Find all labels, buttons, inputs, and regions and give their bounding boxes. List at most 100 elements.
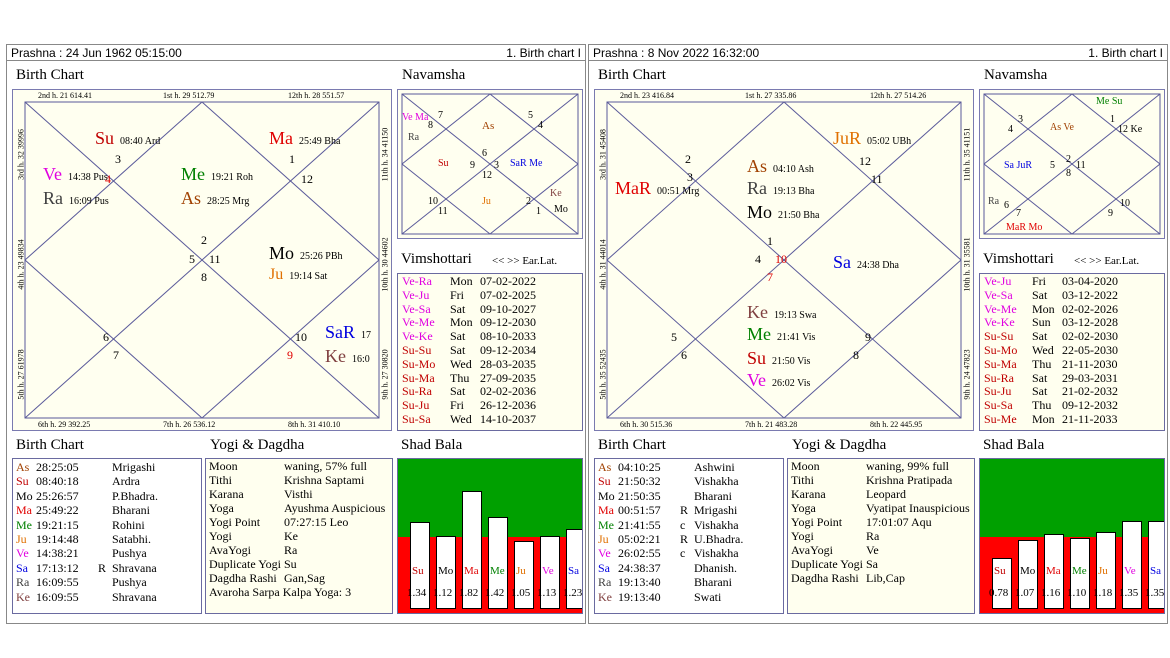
dasha-period: Ve-Ra bbox=[402, 274, 432, 288]
planet-abbr: Sa bbox=[833, 252, 851, 272]
planet-nakshatra: Vishakha bbox=[694, 474, 739, 489]
yogi-key: Moon bbox=[209, 459, 238, 473]
navamsha-entry: Ke bbox=[550, 188, 562, 199]
shad-bala-label: Mo bbox=[1020, 565, 1036, 577]
vimshottari-row[interactable]: Ve-Ju Fri 07-02-2025 bbox=[402, 288, 578, 303]
position-row: Ve 14:38:21 Pushya bbox=[16, 546, 198, 560]
chart-type-label[interactable]: 1. Birth chart I bbox=[506, 46, 581, 60]
house-label: 2nd h. 23 416.84 bbox=[620, 91, 674, 100]
yogi-value: Ke bbox=[284, 529, 298, 543]
planet-degree: 05:02 UBh bbox=[867, 136, 912, 147]
position-row: Me 21:41:55 c Vishakha bbox=[598, 518, 780, 532]
planet-ma: Ma 25:49 Bha bbox=[269, 128, 340, 149]
vimshottari-row[interactable]: Ve-Ke Sun 03-12-2028 bbox=[984, 316, 1160, 330]
vimshottari-nav[interactable]: << >> Ear.Lat. bbox=[1074, 255, 1139, 267]
vimshottari-title: Vimshottari bbox=[983, 251, 1054, 267]
yogi-row: AvaYogi Ra bbox=[209, 544, 389, 558]
vimshottari-row[interactable]: Ve-Me Mon 02-02-2026 bbox=[984, 302, 1160, 317]
yogi-key: Yoga bbox=[791, 501, 816, 515]
yogi-row: AvaYogi Ve bbox=[791, 544, 971, 558]
yogi-value: Leopard bbox=[866, 487, 906, 501]
dasha-period: Su-Mo bbox=[984, 342, 1018, 357]
planet-sar: SaR 17 bbox=[325, 322, 371, 343]
vimshottari-row[interactable]: Su-Ma Thu 27-09-2035 bbox=[402, 370, 578, 386]
dasha-weekday: Sat bbox=[1032, 384, 1048, 399]
shad-bala-label: Su bbox=[412, 565, 424, 577]
planet-longitude: 21:50:35 bbox=[618, 488, 661, 503]
rasi-number: 4 bbox=[755, 252, 761, 266]
navamsha-entry: 8 bbox=[428, 120, 433, 131]
dasha-weekday: Fri bbox=[1032, 274, 1047, 288]
chart-type-label[interactable]: 1. Birth chart I bbox=[1088, 46, 1163, 60]
dasha-period: Su-Ra bbox=[402, 384, 432, 399]
shad-bala-label: Ju bbox=[516, 565, 526, 577]
yogi-key: Yogi bbox=[791, 529, 814, 543]
vimshottari-row[interactable]: Su-Mo Wed 22-05-2030 bbox=[984, 342, 1160, 358]
yogi-value: Ra bbox=[284, 543, 298, 557]
planet-abbr: Me bbox=[181, 164, 205, 184]
vimshottari-row[interactable]: Su-Ra Sat 02-02-2036 bbox=[402, 385, 578, 399]
vimshottari-row[interactable]: Su-Sa Wed 14-10-2037 bbox=[402, 412, 578, 427]
planet-nakshatra: Rohini bbox=[112, 517, 145, 532]
vimshottari-row[interactable]: Ve-Ra Mon 07-02-2022 bbox=[402, 274, 578, 289]
planet-longitude: 19:13:40 bbox=[618, 575, 661, 590]
vimshottari-row[interactable]: Su-Ra Sat 29-03-2031 bbox=[984, 371, 1160, 386]
yogi-value: Vyatipat Inauspicious bbox=[866, 501, 970, 515]
shad-bala-label: Ve bbox=[542, 565, 554, 577]
house-label: 10th h. 30 44602 bbox=[380, 237, 390, 292]
vimshottari-row[interactable]: Ve-Sa Sat 09-10-2027 bbox=[402, 301, 578, 317]
vimshottari-row[interactable]: Ve-Me Mon 09-12-2030 bbox=[402, 316, 578, 330]
vimshottari-row[interactable]: Su-Mo Wed 28-03-2035 bbox=[402, 357, 578, 372]
vimshottari-row[interactable]: Su-Su Sat 02-02-2030 bbox=[984, 329, 1160, 344]
rasi-chart[interactable]: 2nd h. 21 614.41 1st h. 29 512.79 12th h. … bbox=[12, 89, 392, 431]
house-label: 8th h. 22 445.95 bbox=[870, 420, 923, 429]
planet-me: Me 21:41 Vis bbox=[747, 324, 815, 345]
navamsha-entry: Ra bbox=[988, 196, 1000, 207]
planet-nakshatra: Pushya bbox=[112, 546, 147, 561]
dasha-weekday: Sat bbox=[450, 301, 466, 316]
vimshottari-row[interactable]: Su-Ju Fri 26-12-2036 bbox=[402, 398, 578, 413]
position-row: Ma 25:49:22 Bharani bbox=[16, 503, 198, 517]
planet-abbr: Ke bbox=[598, 589, 612, 604]
dasha-date: 27-09-2035 bbox=[480, 370, 536, 385]
planet-ra: Ra 19:13 Bha bbox=[747, 178, 814, 199]
planet-nakshatra: Ashwini bbox=[694, 460, 735, 474]
navamsha-entry: As bbox=[482, 120, 495, 132]
vimshottari-row[interactable]: Su-Me Mon 21-11-2033 bbox=[984, 412, 1160, 427]
navamsha-chart[interactable]: Me Su 3 4 As Ve 1 12 Ke Sa JuR 5 2 11 8 Ra 6 7 10 9 MaR … bbox=[979, 89, 1165, 239]
planet-flag bbox=[98, 503, 112, 517]
vimshottari-title: Vimshottari bbox=[401, 251, 472, 267]
navamsha-entry: 9 bbox=[470, 160, 475, 171]
vimshottari-row[interactable]: Ve-Sa Sat 03-12-2022 bbox=[984, 288, 1160, 303]
house-label: 4th h. 31 44014 bbox=[598, 239, 608, 290]
planet-abbr: Me bbox=[598, 517, 614, 532]
yogi-key: Tithi bbox=[791, 473, 814, 487]
rasi-number: 9 bbox=[287, 348, 293, 362]
yogi-row: Moon waning, 57% full bbox=[209, 460, 389, 474]
vimshottari-row[interactable]: Su-Sa Thu 09-12-2032 bbox=[984, 398, 1160, 413]
vimshottari-row[interactable]: Su-Su Sat 09-12-2034 bbox=[402, 343, 578, 358]
yogi-key: Karana bbox=[209, 487, 244, 501]
yogi-key: Yogi Point bbox=[209, 515, 261, 529]
planet-longitude: 04:10:25 bbox=[618, 460, 661, 474]
yogi-row: Duplicate Yogi Su bbox=[209, 558, 389, 572]
planet-ve: Ve 26:02 Vis bbox=[747, 370, 810, 391]
dasha-weekday: Sat bbox=[450, 329, 466, 344]
vimshottari-row[interactable]: Su-Ma Thu 21-11-2030 bbox=[984, 357, 1160, 372]
vimshottari-row[interactable]: Ve-Ke Sat 08-10-2033 bbox=[402, 329, 578, 344]
navamsha-chart[interactable]: Ve Ma Ra 8 7 As 5 4 Su 6 9 3 12 SaR Me 10 11 Ju 2 1 Ke Mo bbox=[397, 89, 583, 239]
yoga-note: Avaroha Sarpa Kalpa Yoga: 3 bbox=[209, 585, 352, 599]
house-label: 5th h. 27 61978 bbox=[16, 349, 26, 400]
rasi-chart[interactable]: 2nd h. 23 416.84 1st h. 27 335.86 12th h. … bbox=[594, 89, 974, 431]
planet-flag bbox=[98, 460, 112, 474]
planet-as: As 28:25 Mrg bbox=[181, 188, 249, 209]
planet-longitude: 05:02:21 bbox=[618, 531, 661, 546]
planet-flag bbox=[680, 590, 694, 604]
dasha-date: 09-12-2032 bbox=[1062, 398, 1118, 413]
vimshottari-nav[interactable]: << >> Ear.Lat. bbox=[492, 255, 557, 267]
planet-abbr: Ra bbox=[598, 575, 612, 590]
vimshottari-row[interactable]: Su-Ju Sat 21-02-2032 bbox=[984, 385, 1160, 399]
vimshottari-row[interactable]: Ve-Ju Fri 03-04-2020 bbox=[984, 274, 1160, 289]
planet-nakshatra: Vishakha bbox=[694, 517, 739, 532]
dasha-period: Su-Su bbox=[984, 329, 1014, 344]
